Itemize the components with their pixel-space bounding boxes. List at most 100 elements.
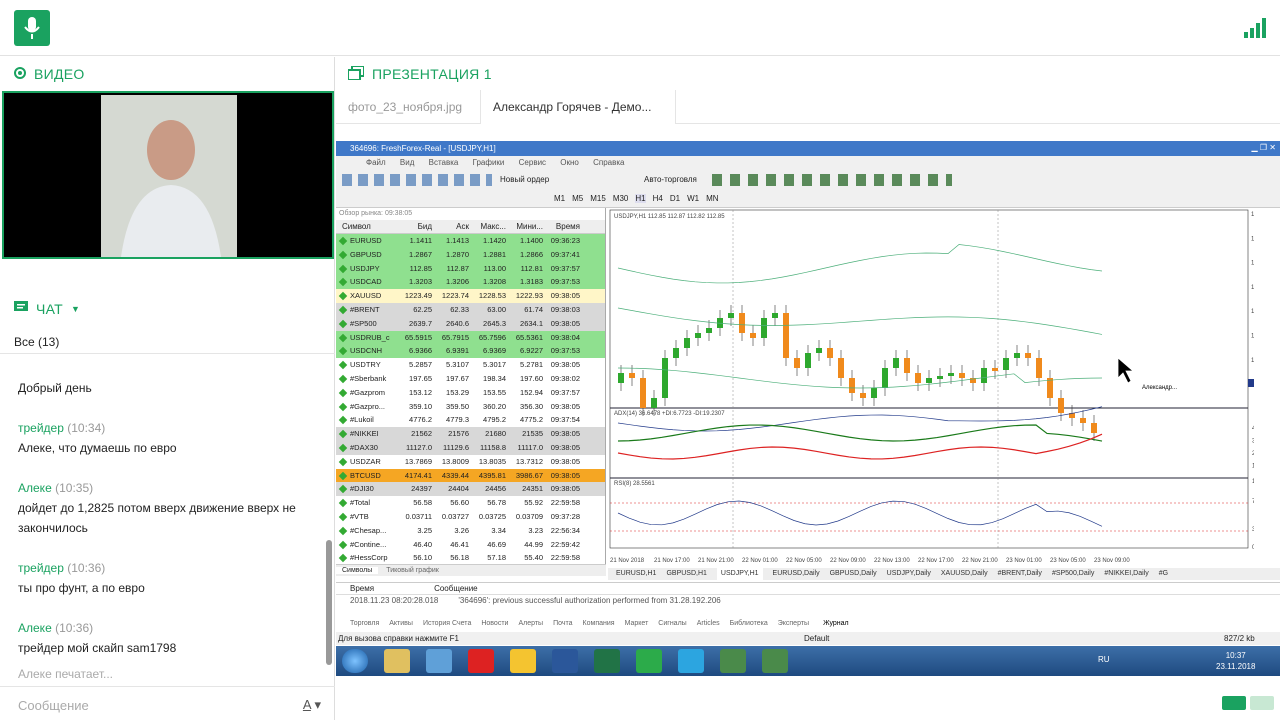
market-row[interactable]: USDZAR 13.7869 13.8009 13.8035 13.7312 09:38:… xyxy=(336,454,605,469)
value-cell: 09:38:05 xyxy=(550,429,580,439)
language-indicator[interactable]: RU xyxy=(1098,655,1110,664)
chart-tab[interactable]: #G xyxy=(1159,568,1168,580)
start-button[interactable] xyxy=(342,649,368,673)
window-controls[interactable]: ▁ ❐ ✕ xyxy=(1252,143,1276,152)
microphone-icon[interactable] xyxy=(14,10,50,46)
tab-symbols[interactable]: Символы xyxy=(336,567,379,574)
message-text: Добрый день xyxy=(18,381,92,395)
chart-tab[interactable]: #BRENT,Daily xyxy=(998,568,1042,580)
terminal-tab[interactable]: Компания xyxy=(583,618,615,630)
chart-tab[interactable]: EURUSD,H1 xyxy=(616,568,656,580)
market-row[interactable]: USDCAD 1.3203 1.3206 1.3208 1.3183 09:37:53 xyxy=(336,275,605,290)
chart-tab[interactable]: EURUSD,Daily xyxy=(773,568,820,580)
market-row[interactable]: #NIKKEI 21562 21576 21680 21535 09:38:05 xyxy=(336,427,605,441)
menu-tools[interactable]: Сервис xyxy=(519,158,546,167)
font-format-button[interactable]: A ▾ xyxy=(303,697,321,713)
terminal-tab[interactable]: Articles xyxy=(697,618,720,630)
market-row[interactable]: USDRUB_c 65.5915 65.7915 65.7596 65.5361 09:3… xyxy=(336,330,605,345)
market-row[interactable]: #Chesap... 3.25 3.26 3.34 3.23 22:56:34 xyxy=(336,523,605,538)
chart-tab[interactable]: USDJPY,H1 xyxy=(716,568,763,580)
terminal-tab[interactable]: Эксперты xyxy=(778,618,809,630)
market-row[interactable]: #Gazpro... 359.10 359.50 360.20 356.30 09:38:… xyxy=(336,399,605,414)
timeframe-buttons[interactable]: M1 M5 M15 M30 H1 H4 D1 W1 MN xyxy=(554,194,719,203)
market-row[interactable]: #BRENT 62.25 62.33 63.00 61.74 09:38:03 xyxy=(336,302,605,317)
status-indicator-2[interactable] xyxy=(1250,696,1274,710)
word-icon[interactable] xyxy=(552,649,578,673)
value-cell: 22:59:58 xyxy=(550,498,580,508)
menu-file[interactable]: Файл xyxy=(366,158,386,167)
market-row[interactable]: #Gazprom 153.12 153.29 153.55 152.94 09:37:57 xyxy=(336,385,605,400)
new-order-button[interactable]: Новый ордер xyxy=(500,175,549,184)
terminal-tab[interactable]: Почта xyxy=(553,618,572,630)
menu-help[interactable]: Справка xyxy=(593,158,624,167)
value-cell: 65.7596 xyxy=(478,332,506,342)
terminal-tab[interactable]: История Счета xyxy=(423,618,471,630)
video-feed[interactable] xyxy=(2,91,334,259)
menu-window[interactable]: Окно xyxy=(560,158,579,167)
terminal-tab[interactable]: Алерты xyxy=(518,618,543,630)
explorer-icon[interactable] xyxy=(384,649,410,673)
candle xyxy=(1091,423,1097,433)
message-text: ты про фунт, а по евро xyxy=(18,581,145,595)
market-row[interactable]: #DAX30 11127.0 11129.6 11158.8 11117.0 09:38:… xyxy=(336,440,605,455)
value-cell: 46.41 xyxy=(450,539,469,549)
market-row[interactable]: USDTRY 5.2857 5.3107 5.3017 5.2781 09:38:05 xyxy=(336,358,605,372)
chart-tab[interactable]: GBPUSD,H1 xyxy=(666,568,706,580)
chart-tab[interactable]: #SP500,Daily xyxy=(1052,568,1094,580)
market-row[interactable]: GBPUSD 1.2867 1.2870 1.2881 1.2866 09:37:41 xyxy=(336,247,605,262)
price-chart-svg[interactable]: USDJPY,H1 112.85 112.87 112.82 112.85 ADX… xyxy=(608,208,1270,568)
terminal-tab[interactable]: Новости xyxy=(481,618,508,630)
tab-demo[interactable]: Александр Горячев - Демо... xyxy=(480,90,676,124)
market-row[interactable]: #VTB 0.03711 0.03727 0.03725 0.03709 09:37:28 xyxy=(336,509,605,524)
chat-scrollbar[interactable] xyxy=(326,540,332,665)
chrome-icon[interactable] xyxy=(510,649,536,673)
fresh-app-icon[interactable] xyxy=(636,649,662,673)
value-cell: 4174.41 xyxy=(404,470,432,480)
menu-view[interactable]: Вид xyxy=(400,158,414,167)
value-cell: 5.2781 xyxy=(520,360,543,370)
market-row[interactable]: #Total 56.58 56.60 56.78 55.92 22:59:58 xyxy=(336,496,605,510)
market-row[interactable]: BTCUSD 4174.41 4339.44 4395.81 3986.67 09:38:… xyxy=(336,468,605,483)
terminal-tab[interactable]: Торговля xyxy=(350,618,379,630)
market-row[interactable]: #DJI30 24397 24404 24456 24351 09:38:05 xyxy=(336,482,605,497)
terminal-tab[interactable]: Библиотека xyxy=(730,618,768,630)
price-chart[interactable]: USDJPY,H1 112.85 112.87 112.82 112.85 ADX… xyxy=(608,208,1270,568)
chat-header[interactable]: ЧАТ ▼ xyxy=(0,292,335,326)
chat-filter[interactable]: Все (13) xyxy=(0,326,335,354)
market-row[interactable]: XAUUSD 1223.49 1223.74 1228.53 1222.93 09:38:… xyxy=(336,289,605,303)
chart-tab[interactable]: GBPUSD,Daily xyxy=(830,568,877,580)
status-indicator[interactable] xyxy=(1222,696,1246,710)
clock[interactable]: 10:37 23.11.2018 xyxy=(1216,650,1255,672)
toolbar-icons-2[interactable] xyxy=(712,174,952,186)
market-row[interactable]: #Sberbank 197.65 197.67 198.34 197.60 09:38:0… xyxy=(336,371,605,386)
message-author: Алеке xyxy=(18,621,52,635)
market-row[interactable]: USDCNH 6.9366 6.9391 6.9369 6.9227 09:37:53 xyxy=(336,344,605,359)
tab-photo[interactable]: фото_23_ноября.jpg xyxy=(336,90,480,124)
auto-trading-button[interactable]: Авто-торговля xyxy=(644,175,697,184)
chart-tab[interactable]: XAUUSD,Daily xyxy=(941,568,988,580)
market-row[interactable]: EURUSD 1.1411 1.1413 1.1420 1.1400 09:36:23 xyxy=(336,234,605,248)
excel-icon[interactable] xyxy=(594,649,620,673)
value-cell: 09:37:57 xyxy=(550,387,580,397)
terminal-tab[interactable]: Маркет xyxy=(625,618,649,630)
app-icon[interactable] xyxy=(426,649,452,673)
mt4-taskbar-icon-2[interactable] xyxy=(762,649,788,673)
terminal-tab[interactable]: Активы xyxy=(389,618,413,630)
toolbar-icons[interactable] xyxy=(342,174,492,186)
message-input[interactable]: Сообщение A ▾ xyxy=(0,686,335,720)
market-row[interactable]: #SP500 2639.7 2640.6 2645.3 2634.1 09:38:05 xyxy=(336,316,605,331)
menu-charts[interactable]: Графики xyxy=(473,158,505,167)
market-row[interactable]: #Contine... 46.40 46.41 46.69 44.99 22:59:42 xyxy=(336,537,605,552)
chevron-down-icon[interactable]: ▼ xyxy=(71,304,80,314)
chart-tab[interactable]: #NIKKEI,Daily xyxy=(1104,568,1148,580)
tab-tick-chart[interactable]: Тиковый график xyxy=(380,567,445,574)
chart-tab[interactable]: USDJPY,Daily xyxy=(887,568,931,580)
menu-insert[interactable]: Вставка xyxy=(429,158,459,167)
terminal-tab[interactable]: Журнал xyxy=(819,618,853,630)
market-row[interactable]: USDJPY 112.85 112.87 113.00 112.81 09:37:57 xyxy=(336,261,605,276)
telegram-icon[interactable] xyxy=(678,649,704,673)
terminal-tab[interactable]: Сигналы xyxy=(658,618,686,630)
market-row[interactable]: #Lukoil 4776.2 4779.3 4795.2 4775.2 09:37:54 xyxy=(336,413,605,428)
mt4-taskbar-icon[interactable] xyxy=(720,649,746,673)
opera-icon[interactable] xyxy=(468,649,494,673)
